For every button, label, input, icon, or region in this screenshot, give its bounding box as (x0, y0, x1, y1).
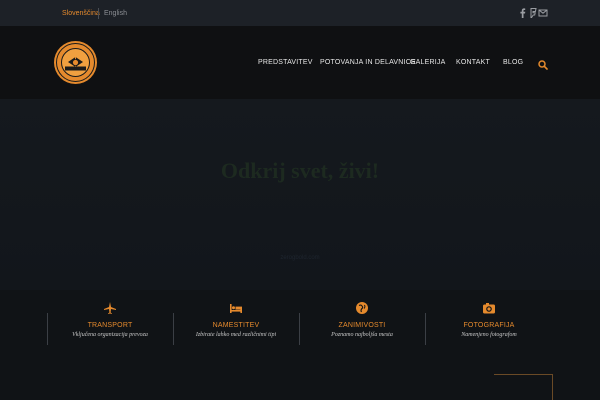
top-utility-bar: Slovenščina English (0, 0, 600, 26)
feature-title-zanimivosti: ZANIMIVOSTI (338, 322, 386, 329)
nav-item-galerija[interactable]: GALERIJA (410, 58, 445, 67)
feature-divider (299, 313, 300, 345)
facebook-icon[interactable] (518, 7, 528, 19)
feature-desc-namestitev: Izbirate lahko med različnimi tipi (195, 332, 277, 338)
foursquare-icon[interactable] (528, 7, 538, 19)
feature-divider (425, 313, 426, 345)
search-icon[interactable] (538, 57, 548, 70)
decorative-frame (494, 374, 553, 400)
camera-icon (482, 301, 496, 315)
mail-icon[interactable] (538, 7, 548, 19)
nav-item-blog[interactable]: BLOG (503, 58, 523, 67)
airplane-icon (103, 301, 117, 315)
feature-divider (47, 313, 48, 345)
feature-desc-zanimivosti: Poznamo najboljša mesta (331, 332, 393, 338)
language-divider (98, 8, 99, 19)
language-link-slovenian[interactable]: Slovenščina (62, 9, 100, 18)
feature-desc-fotografija: Namenjeno fotografom (461, 332, 517, 338)
nav-item-kontakt[interactable]: KONTAKT (456, 58, 490, 67)
feature-title-fotografija: FOTOGRAFIJA (463, 322, 515, 329)
feature-desc-transport: Vključena organizacija prevoza (72, 332, 148, 338)
nav-item-predstavitev[interactable]: PREDSTAVITEV (258, 58, 313, 67)
hero-subtitle: zerogbold.com (280, 255, 320, 261)
bed-icon (229, 301, 243, 315)
nav-item-potovanja-in-delavnice[interactable]: POTOVANJA IN DELAVNICE (320, 58, 416, 67)
logo[interactable] (53, 40, 98, 85)
globe-icon (355, 301, 369, 315)
feature-divider (173, 313, 174, 345)
features-strip: TRANSPORT Vključena organizacija prevoza… (0, 290, 600, 400)
feature-title-transport: TRANSPORT (87, 322, 133, 329)
language-link-english[interactable]: English (104, 9, 127, 18)
main-header: PREDSTAVITEV POTOVANJA IN DELAVNICE GALE… (0, 26, 600, 99)
feature-title-namestitev: NAMESTITEV (212, 322, 260, 329)
hero-section: Odkrij svet, živi! zerogbold.com (0, 99, 600, 290)
hero-title: Odkrij svet, živi! (220, 158, 380, 183)
